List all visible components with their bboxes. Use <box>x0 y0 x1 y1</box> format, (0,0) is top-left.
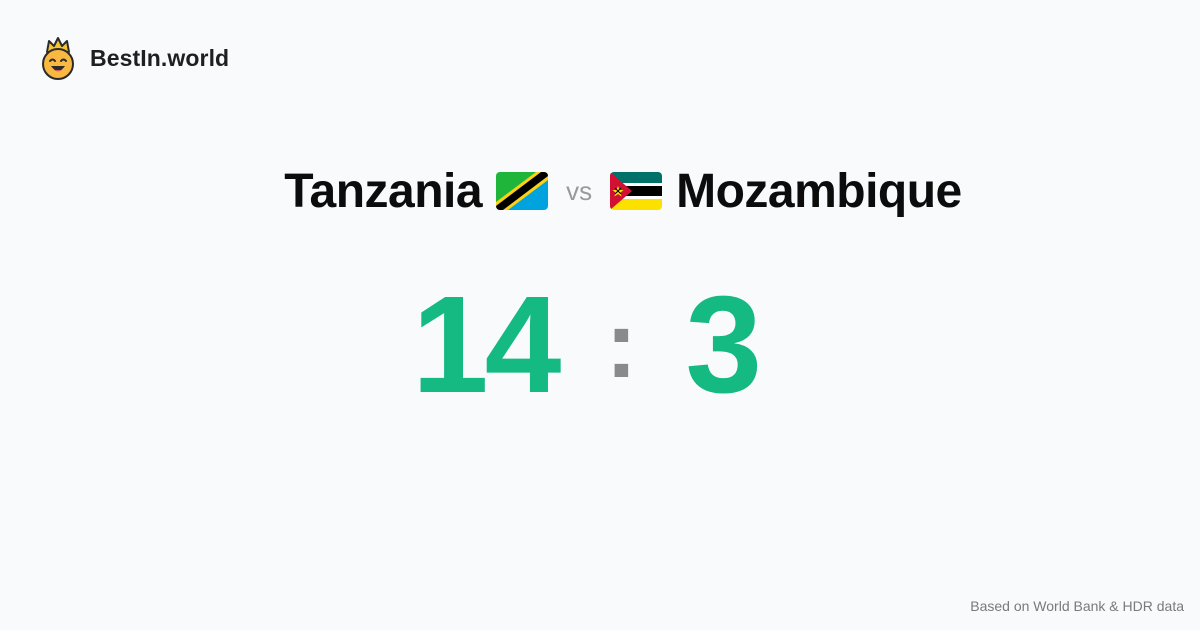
left-country-name: Tanzania <box>284 164 483 218</box>
score-display: 14 : 3 <box>0 276 1200 414</box>
brand-name: BestIn.world <box>90 44 230 71</box>
score-separator: : <box>605 291 638 398</box>
matchup-heading: Tanzania vs Mozambique <box>0 160 1200 222</box>
vs-label: vs <box>566 175 593 206</box>
tanzania-flag-icon <box>496 172 549 210</box>
mozambique-flag-icon <box>610 172 663 210</box>
smiling-crown-face-icon <box>42 37 74 80</box>
right-score: 3 <box>685 268 762 422</box>
right-country-name: Mozambique <box>676 164 962 218</box>
data-source-note: Based on World Bank & HDR data <box>970 598 1184 614</box>
brand[interactable]: BestIn.world <box>38 36 229 80</box>
left-score: 14 <box>411 268 561 422</box>
